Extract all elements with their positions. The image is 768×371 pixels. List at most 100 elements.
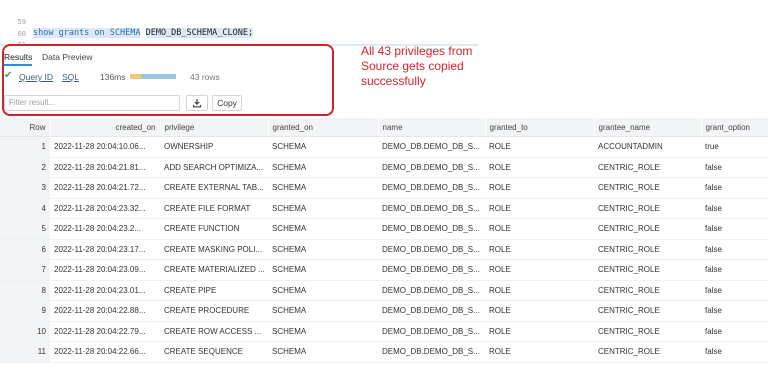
- table-row[interactable]: 8 2022-11-28 20:04:23.01... CREATE PIPE SCH…: [0, 280, 768, 301]
- table-cell: SCHEMA: [268, 321, 378, 342]
- table-cell: DEMO_DB.DEMO_DB_S...: [378, 280, 485, 301]
- table-cell: false: [701, 177, 768, 199]
- table-cell: SCHEMA: [268, 177, 378, 199]
- column-header[interactable]: Row: [0, 118, 51, 137]
- table-cell: DEMO_DB.DEMO_DB_S...: [378, 218, 485, 240]
- table-cell: 10: [0, 321, 50, 342]
- table-cell: 2022-11-28 20:04:21.81...: [50, 157, 160, 178]
- table-cell: ROLE: [485, 239, 594, 260]
- table-cell: CENTRIC_ROLE: [594, 198, 701, 219]
- table-cell: 2022-11-28 20:04:22.79...: [50, 321, 160, 342]
- table-cell: CREATE ROW ACCESS ...: [160, 321, 268, 342]
- table-cell: false: [701, 157, 768, 178]
- table-cell: CREATE MATERIALIZED ...: [160, 259, 268, 281]
- column-header[interactable]: created_on: [50, 118, 161, 137]
- table-cell: CENTRIC_ROLE: [594, 239, 701, 260]
- table-cell: 2022-11-28 20:04:22.88...: [50, 300, 160, 322]
- table-cell: false: [701, 259, 768, 281]
- table-cell: 2022-11-28 20:04:23.2...: [50, 218, 160, 240]
- table-cell: CREATE PROCEDURE: [160, 300, 268, 322]
- table-cell: ROLE: [485, 157, 594, 178]
- table-cell: false: [701, 198, 768, 219]
- table-row[interactable]: 5 2022-11-28 20:04:23.2... CREATE FUNCTION…: [0, 218, 768, 240]
- table-cell: SCHEMA: [268, 259, 378, 281]
- results-table: Row created_on privilege granted_on name…: [0, 118, 768, 363]
- table-cell: false: [701, 218, 768, 240]
- table-row[interactable]: 1 2022-11-28 20:04:10.06... OWNERSHIP SCHEM…: [0, 136, 768, 158]
- table-cell: false: [701, 239, 768, 260]
- column-header[interactable]: granted_on: [268, 118, 379, 137]
- table-cell: DEMO_DB.DEMO_DB_S...: [378, 198, 485, 219]
- table-row[interactable]: 3 2022-11-28 20:04:21.72... CREATE EXTERNA…: [0, 177, 768, 199]
- table-row[interactable]: 10 2022-11-28 20:04:22.79... CREATE ROW AC…: [0, 321, 768, 342]
- table-cell: true: [701, 136, 768, 158]
- table-cell: DEMO_DB.DEMO_DB_S...: [378, 300, 485, 322]
- table-cell: 2022-11-28 20:04:23.17...: [50, 239, 160, 260]
- table-cell: SCHEMA: [268, 218, 378, 240]
- table-cell: ADD SEARCH OPTIMIZA...: [160, 157, 268, 178]
- table-cell: CREATE FUNCTION: [160, 218, 268, 240]
- table-cell: ROLE: [485, 341, 594, 363]
- column-header[interactable]: name: [378, 118, 486, 137]
- table-cell: false: [701, 321, 768, 342]
- table-cell: 6: [0, 239, 50, 260]
- table-cell: DEMO_DB.DEMO_DB_S...: [378, 259, 485, 281]
- table-cell: SCHEMA: [268, 239, 378, 260]
- table-row[interactable]: 7 2022-11-28 20:04:23.09... CREATE MATERIA…: [0, 259, 768, 281]
- table-cell: 7: [0, 259, 50, 281]
- table-cell: SCHEMA: [268, 136, 378, 158]
- table-row[interactable]: 11 2022-11-28 20:04:22.66... CREATE SEQUEN…: [0, 341, 768, 363]
- table-cell: ROLE: [485, 280, 594, 301]
- table-cell: ROLE: [485, 136, 594, 158]
- table-row[interactable]: 9 2022-11-28 20:04:22.88... CREATE PROCEDU…: [0, 300, 768, 322]
- table-cell: DEMO_DB.DEMO_DB_S...: [378, 136, 485, 158]
- table-cell: 9: [0, 300, 50, 322]
- table-cell: ROLE: [485, 321, 594, 342]
- table-cell: 2022-11-28 20:04:23.01...: [50, 280, 160, 301]
- table-cell: SCHEMA: [268, 341, 378, 363]
- sql-keywords: show grants on SCHEMA: [33, 28, 141, 38]
- table-row[interactable]: 2 2022-11-28 20:04:21.81... ADD SEARCH OPT…: [0, 157, 768, 178]
- table-cell: DEMO_DB.DEMO_DB_S...: [378, 157, 485, 178]
- table-cell: ROLE: [485, 198, 594, 219]
- column-header[interactable]: grantee_name: [594, 118, 702, 137]
- table-cell: ROLE: [485, 218, 594, 240]
- table-cell: CENTRIC_ROLE: [594, 177, 701, 199]
- sql-statement[interactable]: show grants on SCHEMA DEMO_DB_SCHEMA_CLO…: [33, 27, 254, 39]
- table-cell: 2: [0, 157, 50, 178]
- table-cell: 2022-11-28 20:04:22.66...: [50, 341, 160, 363]
- sql-object-name: DEMO_DB_SCHEMA_CLONE;: [145, 28, 254, 38]
- table-cell: CENTRIC_ROLE: [594, 280, 701, 301]
- table-cell: 4: [0, 198, 50, 219]
- table-cell: 1: [0, 136, 50, 158]
- table-cell: 11: [0, 341, 50, 363]
- table-cell: CREATE MASKING POLI...: [160, 239, 268, 260]
- table-cell: DEMO_DB.DEMO_DB_S...: [378, 177, 485, 199]
- line-number: 60: [17, 30, 26, 38]
- table-cell: ACCOUNTADMIN: [594, 136, 701, 158]
- table-cell: CREATE EXTERNAL TAB...: [160, 177, 268, 199]
- table-cell: false: [701, 300, 768, 322]
- column-header[interactable]: granted_to: [485, 118, 595, 137]
- sql-editor[interactable]: 59 60 61 show grants on SCHEMA DEMO_DB_S…: [0, 14, 490, 48]
- table-cell: false: [701, 280, 768, 301]
- column-header[interactable]: privilege: [160, 118, 269, 137]
- table-cell: CENTRIC_ROLE: [594, 259, 701, 281]
- table-cell: 2022-11-28 20:04:21.72...: [50, 177, 160, 199]
- table-cell: CENTRIC_ROLE: [594, 157, 701, 178]
- table-cell: 2022-11-28 20:04:10.06...: [50, 136, 160, 158]
- table-header-row: Row created_on privilege granted_on name…: [0, 118, 768, 137]
- table-cell: DEMO_DB.DEMO_DB_S...: [378, 239, 485, 260]
- table-cell: SCHEMA: [268, 157, 378, 178]
- column-header[interactable]: grant_option: [701, 118, 768, 137]
- table-row[interactable]: 6 2022-11-28 20:04:23.17... CREATE MASKING…: [0, 239, 768, 260]
- table-cell: DEMO_DB.DEMO_DB_S...: [378, 341, 485, 363]
- table-cell: CENTRIC_ROLE: [594, 218, 701, 240]
- table-cell: ROLE: [485, 177, 594, 199]
- table-cell: 3: [0, 177, 50, 199]
- highlight-box: [2, 44, 334, 116]
- table-cell: 2022-11-28 20:04:23.09...: [50, 259, 160, 281]
- table-cell: 2022-11-28 20:04:23.32...: [50, 198, 160, 219]
- table-cell: 8: [0, 280, 50, 301]
- table-row[interactable]: 4 2022-11-28 20:04:23.32... CREATE FILE FO…: [0, 198, 768, 219]
